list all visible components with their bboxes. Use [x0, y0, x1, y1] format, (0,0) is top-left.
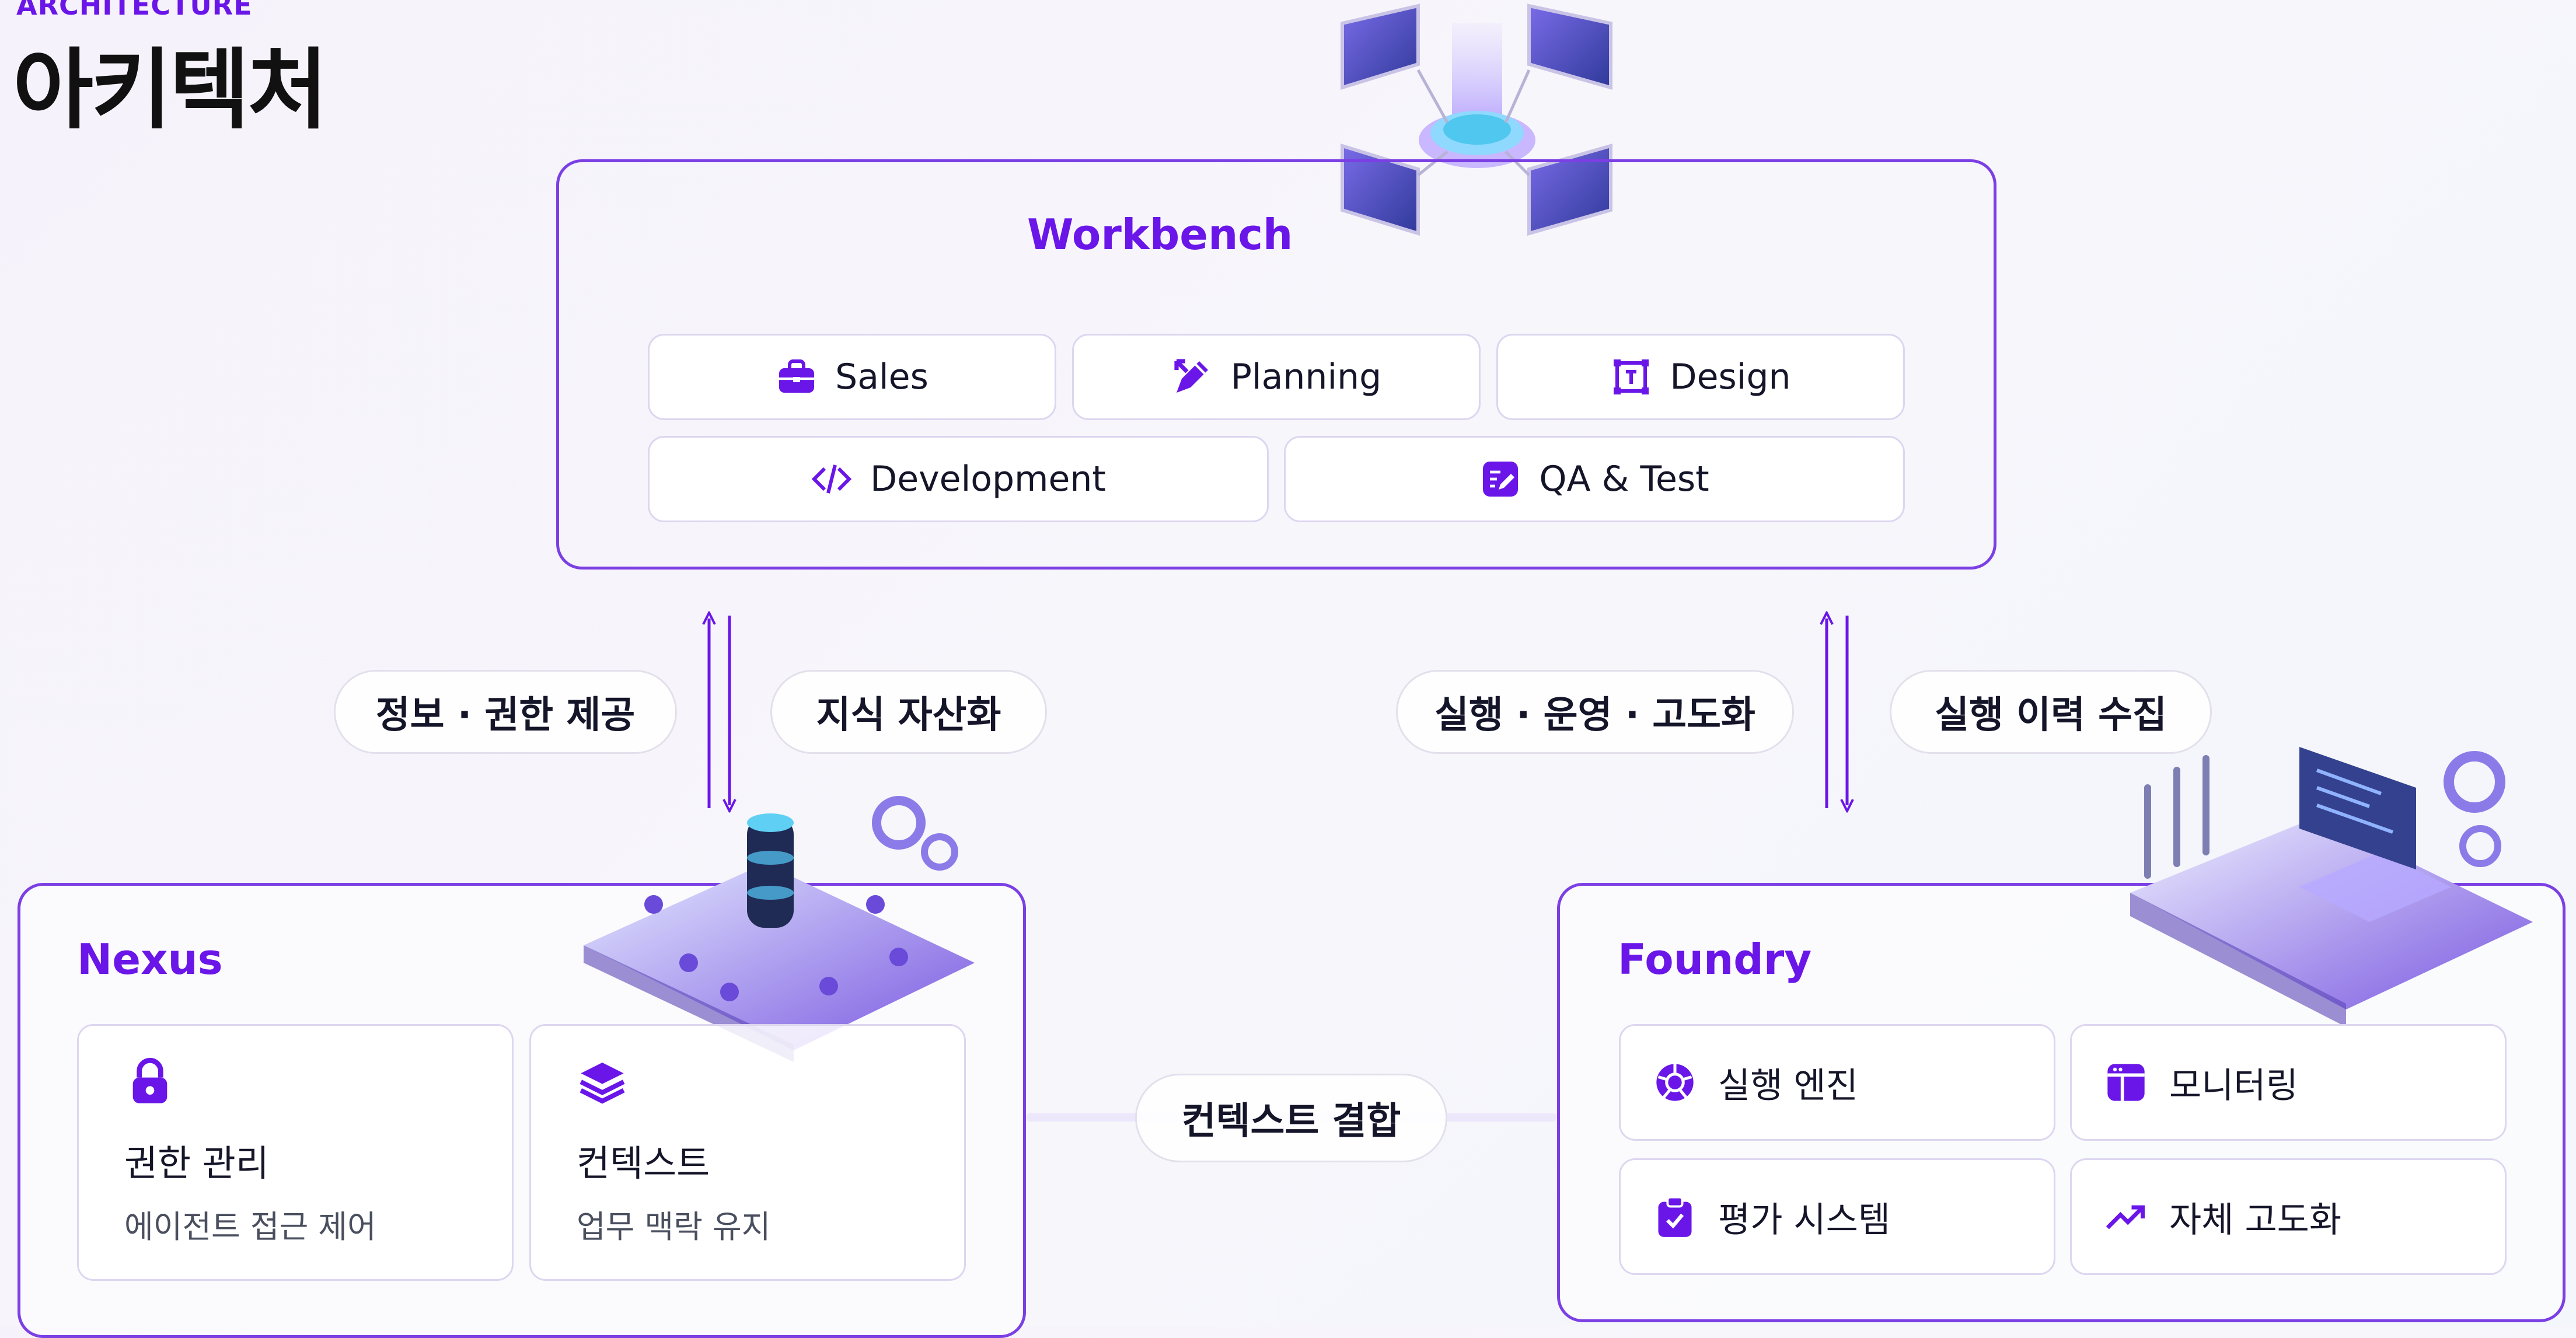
label-foundry-up: 실행 · 운영 · 고도화 [1396, 670, 1794, 754]
foundry-item-evaluation-label: 평가 시스템 [1718, 1199, 1891, 1241]
nexus-card-permissions[interactable]: 권한 관리 에이전트 접근 제어 [77, 1024, 514, 1281]
foundry-item-monitoring[interactable]: 모니터링 [2070, 1024, 2507, 1141]
module-qa-test-label: QA & Test [1539, 459, 1709, 499]
label-nexus-up: 정보 · 권한 제공 [334, 670, 677, 754]
foundry-title: Foundry [1618, 935, 1812, 984]
pencil-ruler-icon [1174, 359, 1208, 393]
layers-icon [580, 1063, 625, 1104]
trending-up-icon [2106, 1205, 2145, 1229]
aperture-icon [1656, 1064, 1694, 1101]
module-design[interactable]: Design [1496, 334, 1905, 420]
module-development-label: Development [870, 459, 1106, 499]
label-context-link: 컨텍스트 결합 [1135, 1074, 1447, 1162]
foundry-connection-arrows [1812, 607, 1859, 817]
nexus-card-permissions-subtitle: 에이전트 접근 제어 [124, 1208, 376, 1245]
module-qa-test[interactable]: QA & Test [1284, 436, 1905, 522]
text-frame-icon [1614, 359, 1649, 394]
lock-icon [132, 1058, 167, 1103]
section-eyebrow: ARCHITECTURE [16, 0, 253, 21]
foundry-item-monitoring-label: 모니터링 [2169, 1065, 2298, 1106]
foundry-item-engine[interactable]: 실행 엔진 [1619, 1024, 2055, 1141]
nexus-card-permissions-title: 권한 관리 [124, 1142, 269, 1185]
module-design-label: Design [1670, 357, 1791, 397]
nexus-card-context-title: 컨텍스트 [577, 1142, 710, 1185]
module-sales-label: Sales [835, 357, 929, 397]
clipboard-check-icon [1658, 1196, 1692, 1237]
module-planning-label: Planning [1230, 357, 1382, 397]
nexus-card-context-subtitle: 업무 맥락 유지 [577, 1208, 771, 1245]
page-title: 아키텍처 [13, 40, 328, 141]
nexus-title: Nexus [77, 935, 223, 984]
workbench-title: Workbench [1027, 210, 1293, 259]
nexus-database-illustration [584, 796, 975, 1062]
module-development[interactable]: Development [648, 436, 1269, 522]
foundry-item-engine-label: 실행 엔진 [1718, 1065, 1858, 1106]
foundry-item-self-improvement[interactable]: 자체 고도화 [2070, 1158, 2507, 1275]
dashboard-window-icon [2107, 1064, 2145, 1101]
foundry-item-evaluation[interactable]: 평가 시스템 [1619, 1158, 2055, 1275]
code-icon [811, 464, 852, 494]
module-sales[interactable]: Sales [648, 334, 1056, 420]
label-nexus-down: 지식 자산화 [770, 670, 1047, 754]
foundry-workbench-illustration [2130, 747, 2533, 1027]
briefcase-icon [779, 359, 815, 393]
edit-checklist-icon [1483, 462, 1519, 497]
foundry-item-self-improvement-label: 자체 고도화 [2169, 1199, 2342, 1241]
module-planning[interactable]: Planning [1072, 334, 1481, 420]
nexus-card-context[interactable]: 컨텍스트 업무 맥락 유지 [529, 1024, 966, 1281]
